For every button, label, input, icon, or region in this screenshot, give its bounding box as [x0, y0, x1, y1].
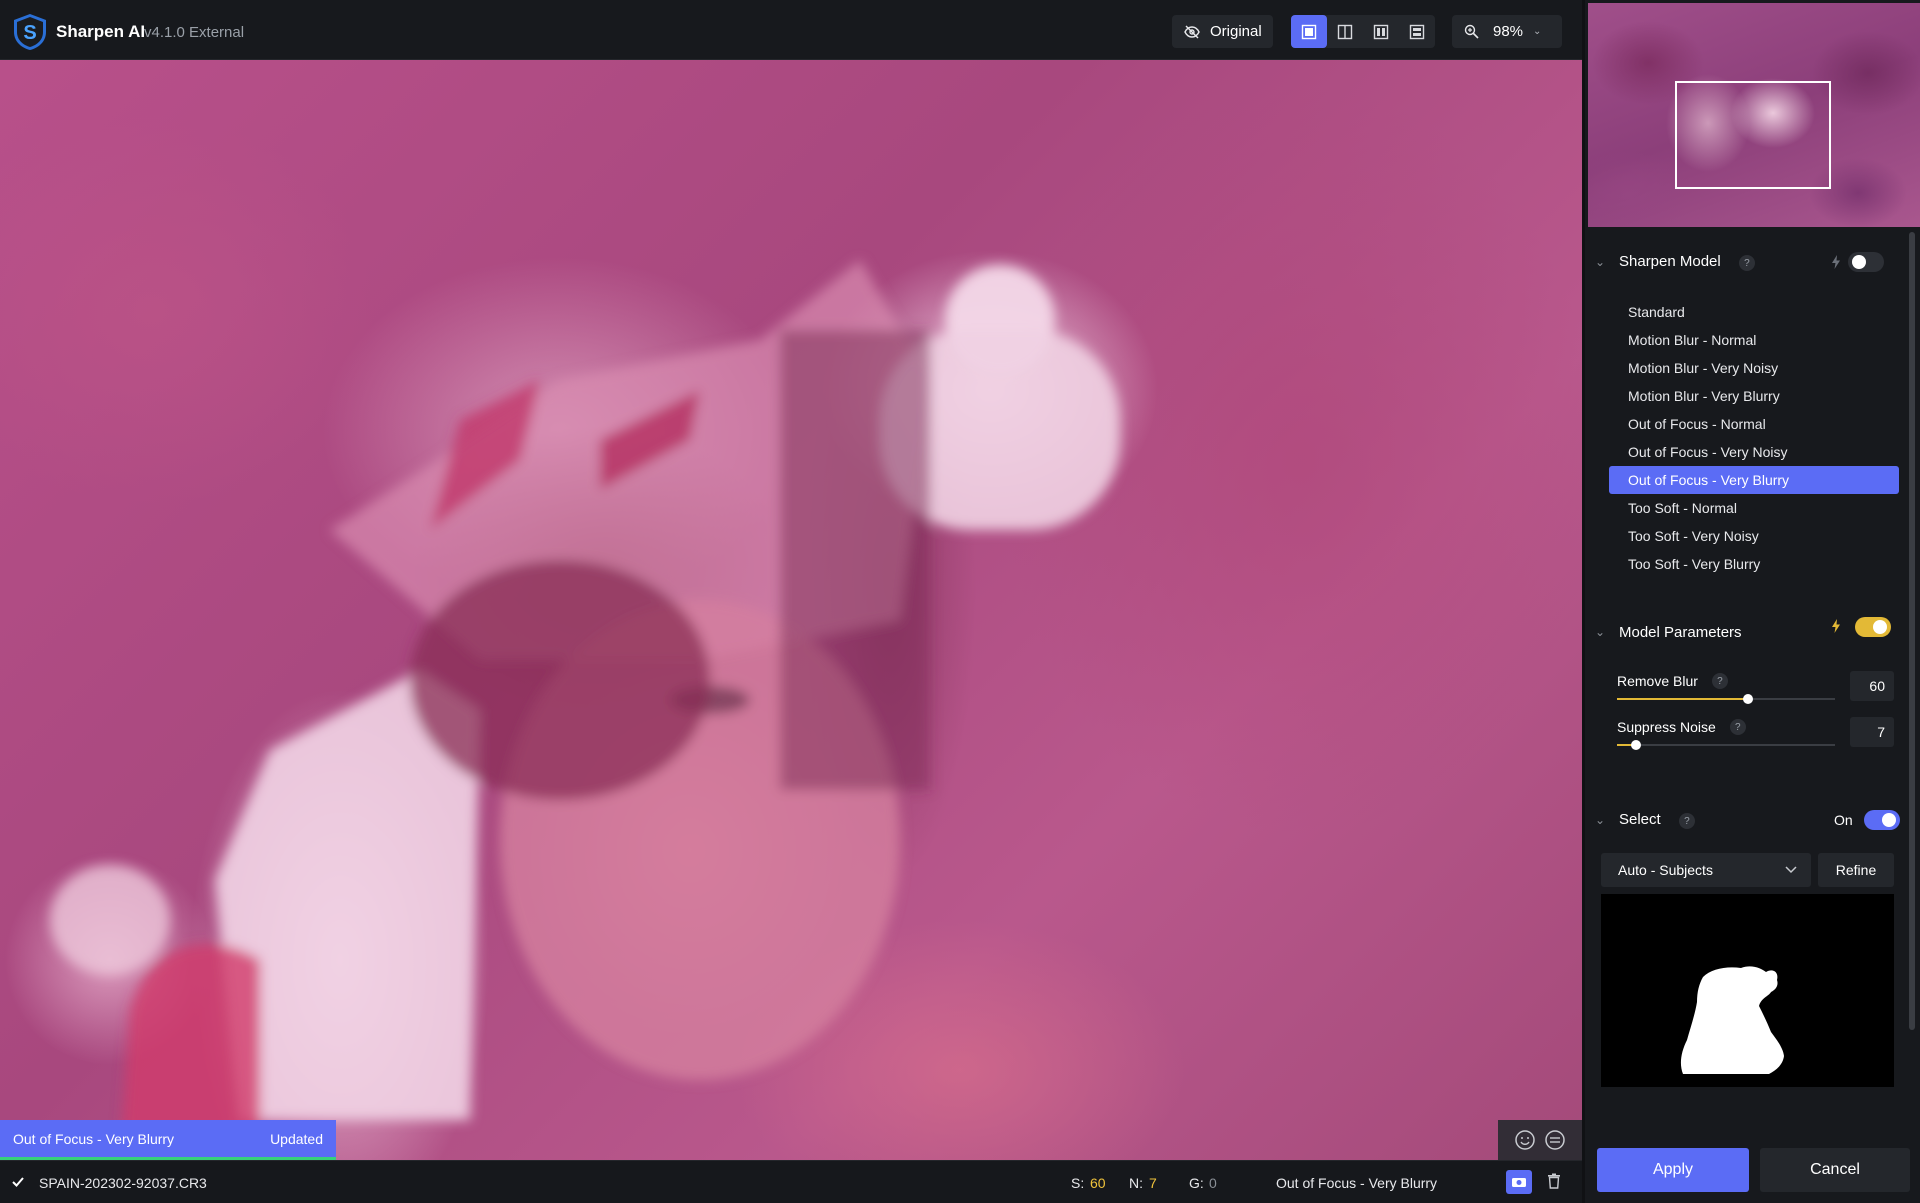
model-item-motion-blur-very-blurry[interactable]: Motion Blur - Very Blurry	[1609, 382, 1899, 410]
select-header[interactable]: ⌄ Select ? On	[1585, 805, 1905, 835]
filename: SPAIN-202302-92037.CR3	[39, 1175, 207, 1191]
model-parameters-header[interactable]: ⌄ Model Parameters	[1585, 617, 1905, 647]
model-parameters-title: Model Parameters	[1619, 623, 1742, 641]
remove-blur-fill	[1617, 698, 1747, 700]
zoom-value: 98%	[1493, 23, 1524, 40]
model-item-too-soft-very-noisy[interactable]: Too Soft - Very Noisy	[1609, 522, 1899, 550]
help-icon[interactable]: ?	[1729, 719, 1746, 735]
remove-blur-text: Remove Blur	[1617, 673, 1698, 689]
model-item-motion-blur-normal[interactable]: Motion Blur - Normal	[1609, 326, 1899, 354]
navigator-viewport[interactable]	[1675, 81, 1831, 189]
model-item-too-soft-very-blurry[interactable]: Too Soft - Very Blurry	[1609, 550, 1899, 578]
bottom-status-bar: SPAIN-202302-92037.CR3 S: 60 N: 7 G: 0 O…	[0, 1160, 1582, 1203]
chevron-down-icon: ⌄	[1595, 813, 1606, 827]
select-mode-dropdown[interactable]: Auto - Subjects	[1601, 853, 1811, 887]
apply-button[interactable]: Apply	[1597, 1148, 1749, 1192]
chevron-down-icon: ⌄	[1595, 255, 1606, 269]
face-mask-icon[interactable]	[1544, 1129, 1566, 1151]
suppress-noise-thumb[interactable]	[1631, 740, 1641, 750]
model-item-standard[interactable]: Standard	[1609, 298, 1899, 326]
face-recovery-icon[interactable]	[1514, 1129, 1536, 1151]
g-label: G:	[1189, 1175, 1204, 1191]
camera-icon	[1512, 1178, 1526, 1187]
status-model: Out of Focus - Very Blurry	[13, 1130, 175, 1147]
single-view-icon	[1301, 24, 1317, 39]
zoom-icon	[1464, 24, 1479, 39]
chevron-down-icon: ⌄	[1595, 625, 1606, 639]
suppress-noise-value[interactable]: 7	[1850, 717, 1894, 747]
select-title: Select ?	[1619, 811, 1695, 830]
suppress-noise-slider[interactable]	[1617, 740, 1835, 750]
grid-view-button[interactable]	[1399, 15, 1435, 48]
app-title: Sharpen AI	[56, 22, 146, 41]
remove-blur-thumb[interactable]	[1743, 694, 1753, 704]
grid-view-icon	[1409, 24, 1425, 39]
remove-blur-slider[interactable]	[1617, 694, 1835, 704]
status-badge: Out of Focus - Very Blurry Updated	[0, 1120, 336, 1160]
svg-text:S: S	[23, 22, 36, 44]
lightning-icon	[1832, 255, 1840, 269]
help-icon[interactable]: ?	[1678, 813, 1695, 830]
sharpen-model-header[interactable]: ⌄ Sharpen Model ?	[1585, 247, 1905, 277]
n-value: 7	[1149, 1175, 1157, 1191]
lightning-icon	[1832, 619, 1840, 633]
chevron-down-icon	[1785, 866, 1797, 874]
eye-off-icon	[1184, 25, 1200, 38]
sharpen-model-auto-toggle[interactable]	[1848, 252, 1884, 272]
cancel-button[interactable]: Cancel	[1760, 1148, 1910, 1192]
model-item-too-soft-normal[interactable]: Too Soft - Normal	[1609, 494, 1899, 522]
trash-icon[interactable]	[1547, 1173, 1561, 1189]
s-value: 60	[1090, 1175, 1106, 1191]
panel-scrollbar[interactable]	[1909, 232, 1915, 1030]
remove-blur-label: Remove Blur ?	[1617, 673, 1728, 689]
chevron-down-icon: ⌄	[1533, 26, 1542, 37]
s-label: S:	[1071, 1175, 1085, 1191]
select-state-label: On	[1834, 812, 1853, 828]
settings-panel: ⌄ Sharpen Model ? Standard Motion Blur -…	[1582, 0, 1920, 1203]
model-parameters-auto-toggle[interactable]	[1855, 617, 1891, 637]
model-item-motion-blur-very-noisy[interactable]: Motion Blur - Very Noisy	[1609, 354, 1899, 382]
model-item-out-of-focus-normal[interactable]: Out of Focus - Normal	[1609, 410, 1899, 438]
sharpen-model-title: Sharpen Model ?	[1619, 253, 1755, 272]
g-value: 0	[1209, 1175, 1217, 1191]
app-version: v4.1.0 External	[144, 24, 245, 41]
face-tools	[1498, 1120, 1582, 1160]
selection-mask-preview	[1601, 894, 1894, 1087]
side-by-side-view-icon	[1373, 24, 1389, 39]
preview-button[interactable]	[1506, 1170, 1532, 1194]
image-canvas[interactable]: Out of Focus - Very Blurry Updated	[0, 60, 1582, 1160]
app-logo-icon: S	[14, 14, 46, 50]
original-button[interactable]: Original	[1172, 15, 1273, 48]
split-view-icon	[1337, 24, 1353, 39]
navigator-thumbnail[interactable]	[1588, 3, 1920, 227]
top-toolbar: S Sharpen AI v4.1.0 External Original 98…	[0, 0, 1582, 60]
select-toggle[interactable]	[1864, 810, 1900, 830]
select-label: Select	[1619, 810, 1661, 828]
preview-image	[50, 260, 1120, 1160]
select-mode-value: Auto - Subjects	[1618, 862, 1713, 878]
subject-mask-shape	[1680, 966, 1784, 1074]
model-item-out-of-focus-very-blurry[interactable]: Out of Focus - Very Blurry	[1609, 466, 1899, 494]
single-view-button[interactable]	[1291, 15, 1327, 48]
help-icon[interactable]: ?	[1738, 255, 1755, 272]
sharpen-model-list: Standard Motion Blur - Normal Motion Blu…	[1609, 298, 1899, 578]
suppress-noise-text: Suppress Noise	[1617, 719, 1716, 735]
view-mode-group	[1291, 15, 1435, 48]
current-model: Out of Focus - Very Blurry	[1276, 1175, 1438, 1191]
n-label: N:	[1129, 1175, 1143, 1191]
suppress-noise-label: Suppress Noise ?	[1617, 719, 1746, 735]
help-icon[interactable]: ?	[1711, 673, 1728, 689]
sharpen-model-label: Sharpen Model	[1619, 252, 1721, 270]
zoom-dropdown[interactable]: 98% ⌄	[1452, 15, 1562, 48]
original-label: Original	[1210, 23, 1262, 40]
model-item-out-of-focus-very-noisy[interactable]: Out of Focus - Very Noisy	[1609, 438, 1899, 466]
remove-blur-value[interactable]: 60	[1850, 671, 1894, 701]
refine-button[interactable]: Refine	[1818, 853, 1894, 887]
split-view-button[interactable]	[1327, 15, 1363, 48]
side-by-side-view-button[interactable]	[1363, 15, 1399, 48]
status-state: Updated	[270, 1130, 323, 1147]
check-icon	[12, 1177, 24, 1187]
